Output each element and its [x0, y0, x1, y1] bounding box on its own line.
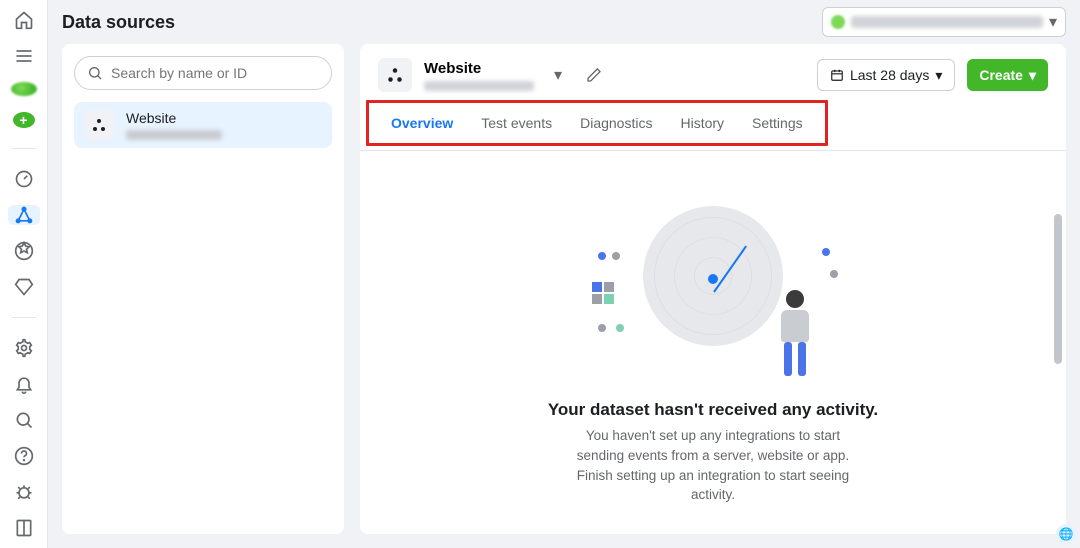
date-range-button[interactable]: Last 28 days ▾	[817, 59, 955, 91]
chevron-down-icon: ▾	[1029, 67, 1036, 84]
search-rail-icon[interactable]	[12, 410, 36, 430]
search-input[interactable]	[111, 65, 319, 81]
book-icon[interactable]	[12, 518, 36, 538]
tab-overview[interactable]: Overview	[377, 107, 467, 139]
empty-state: Your dataset hasn't received any activit…	[360, 151, 1066, 534]
data-source-item-label-group: Website	[126, 110, 222, 140]
menu-icon[interactable]	[12, 46, 36, 66]
create-label: Create	[979, 67, 1023, 83]
data-source-id-placeholder	[126, 130, 222, 140]
topbar: Data sources ▾	[48, 0, 1080, 44]
data-source-item-website[interactable]: Website	[74, 102, 332, 148]
account-name-placeholder	[851, 16, 1043, 28]
page-title: Data sources	[62, 12, 175, 33]
content-header: Website ▾	[360, 44, 1066, 92]
tab-test-events[interactable]: Test events	[467, 107, 566, 139]
bell-icon[interactable]	[12, 374, 36, 394]
search-field[interactable]	[74, 56, 332, 90]
settings-icon[interactable]	[12, 338, 36, 358]
account-dot-icon	[831, 15, 845, 29]
chevron-down-icon: ▾	[1049, 12, 1057, 32]
account-avatar-icon[interactable]	[11, 82, 37, 96]
scrollbar[interactable]	[1054, 214, 1062, 514]
calendar-icon	[830, 68, 844, 82]
gauge-icon[interactable]	[12, 169, 36, 189]
add-icon[interactable]: +	[13, 112, 35, 128]
source-dropdown-button[interactable]: ▾	[546, 63, 570, 87]
home-icon[interactable]	[12, 10, 36, 30]
star-badge-icon[interactable]	[12, 241, 36, 261]
diamond-icon[interactable]	[12, 277, 36, 297]
chevron-down-icon: ▾	[554, 65, 562, 85]
tab-history[interactable]: History	[666, 107, 738, 139]
search-icon	[87, 65, 103, 81]
empty-body: You haven't set up any integrations to s…	[563, 426, 863, 504]
global-nav-rail: +	[0, 0, 48, 548]
empty-heading: Your dataset hasn't received any activit…	[548, 400, 878, 420]
date-range-label: Last 28 days	[850, 67, 929, 83]
edit-button[interactable]	[582, 63, 606, 87]
pencil-icon	[586, 67, 602, 83]
empty-illustration	[588, 196, 838, 386]
tabs-highlight-box: Overview Test events Diagnostics History…	[366, 100, 828, 146]
pixel-icon	[84, 110, 114, 140]
source-title: Website	[424, 60, 534, 77]
scrollbar-thumb[interactable]	[1054, 214, 1062, 364]
source-type-icon	[378, 58, 412, 92]
help-icon[interactable]	[12, 446, 36, 466]
account-picker[interactable]: ▾	[822, 7, 1066, 37]
data-sources-icon[interactable]	[8, 205, 40, 225]
content-card: Website ▾	[360, 44, 1066, 534]
data-sources-sidebar: Website	[62, 44, 344, 534]
bug-icon[interactable]	[12, 482, 36, 502]
chevron-down-icon: ▾	[935, 67, 942, 84]
create-button[interactable]: Create ▾	[967, 59, 1048, 91]
tab-diagnostics[interactable]: Diagnostics	[566, 107, 666, 139]
globe-button[interactable]: 🌐	[1056, 524, 1076, 544]
data-source-name: Website	[126, 110, 222, 126]
globe-icon: 🌐	[1059, 527, 1074, 541]
tab-settings[interactable]: Settings	[738, 107, 817, 139]
source-subtitle-placeholder	[424, 81, 534, 91]
